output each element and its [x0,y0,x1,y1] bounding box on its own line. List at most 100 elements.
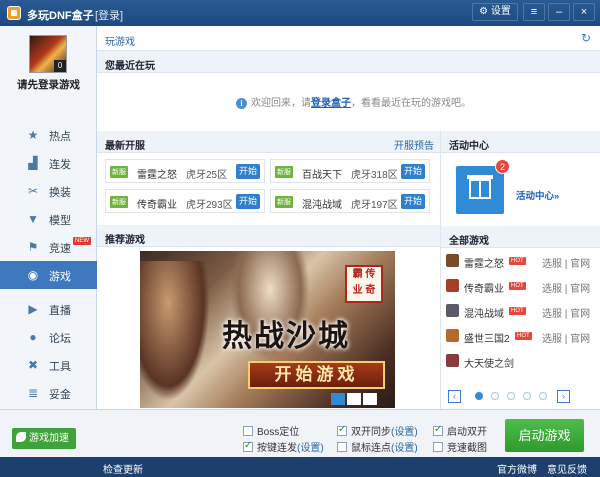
option-dual-launch[interactable]: 启动双开 [433,423,487,438]
sidebar-item-race[interactable]: ⚑ 竞速 NEW [0,233,97,261]
select-server-link[interactable]: 选服 [542,309,562,320]
tools-icon: ✖ [27,358,39,372]
hot-badge: HOT [515,332,532,340]
server-start-button[interactable]: 开始 [236,164,260,179]
pager-prev-button[interactable]: ‹ [448,390,461,403]
game-row[interactable]: 传奇霸业 HOT 选服 | 官网 [441,274,600,299]
activity-gift-button[interactable] [456,166,504,214]
page-dot[interactable] [523,392,531,400]
sidebar-item-model[interactable]: ▼ 模型 [0,205,97,233]
breadcrumb-label: 玩游戏 [105,37,135,48]
option-settings-link[interactable]: (设置) [391,427,418,438]
settings-button[interactable]: ⚙ 设置 [472,3,518,21]
login-prompt[interactable]: 请先登录游戏 [0,77,97,92]
server-card: 新服 混沌战域 虎牙197区 开始 [270,189,430,213]
game-accelerate-button[interactable]: 游戏加速 [12,428,76,449]
sidebar-item-live[interactable]: ▶ 直播 [0,295,97,323]
server-name: 虎牙293区 [186,200,233,211]
sidebar-item-label: 换装 [49,187,71,199]
hot-badge: HOT [509,282,526,290]
check-update-link[interactable]: 检查更新 [103,461,143,476]
official-site-link[interactable]: 官网 [570,259,590,270]
game-row[interactable]: 大天使之剑 [441,349,600,374]
game-links: 选服 | 官网 [542,255,590,270]
checkbox[interactable] [243,440,253,452]
pager-next-button[interactable]: › [557,390,570,403]
server-start-button[interactable]: 开始 [401,194,425,209]
close-button[interactable]: × [573,3,595,21]
checkbox[interactable] [337,442,347,452]
game-row[interactable]: 雷霆之怒 HOT 选服 | 官网 [441,249,600,274]
select-server-link[interactable]: 选服 [542,284,562,295]
banner-start-button[interactable]: 开始游戏 [248,361,385,389]
option-settings-link[interactable]: (设置) [391,443,418,454]
page-dot[interactable] [475,392,483,400]
sidebar-item-tools[interactable]: ✖ 工具 [0,351,97,379]
close-icon: × [580,6,588,18]
server-preview-link[interactable]: 开服预告 [394,137,434,152]
hot-badge: HOT [509,257,526,265]
game-row[interactable]: 盛世三国2 HOT 选服 | 官网 [441,324,600,349]
official-site-link[interactable]: 官网 [570,309,590,320]
slide-indicator[interactable] [363,393,377,405]
welcome-text-after: ，看看最近在玩的游戏吧。 [351,98,471,109]
option-settings-link[interactable]: (设置) [297,443,324,454]
server-card: 新服 传奇霸业 虎牙293区 开始 [105,189,265,213]
login-link[interactable]: [登录] [95,7,123,23]
select-server-link[interactable]: 选服 [542,259,562,270]
link-separator: | [564,309,568,320]
server-card: 新服 雷霆之怒 虎牙25区 开始 [105,159,265,183]
checkbox[interactable] [243,426,253,436]
server-start-button[interactable]: 开始 [401,164,425,179]
welcome-message: i 欢迎回来，请登录盒子，看看最近在玩的游戏吧。 [236,94,471,109]
checkbox[interactable] [433,442,443,452]
outfit-icon: ✂ [27,184,39,198]
info-icon: i [236,98,247,109]
refresh-icon[interactable]: ↻ [581,31,591,45]
option-boss-locate[interactable]: Boss定位 [243,423,299,438]
avatar[interactable]: 0 [29,35,67,73]
flag-icon: ⚑ [27,240,39,254]
link-separator: | [564,284,568,295]
slide-indicator[interactable] [331,393,345,405]
official-site-link[interactable]: 官网 [570,284,590,295]
activity-center-link[interactable]: 活动中心» [516,188,559,202]
server-game-name: 雷霆之怒 [137,170,177,181]
minimize-button[interactable]: – [548,3,570,21]
official-site-link[interactable]: 官网 [570,334,590,345]
link-separator: | [564,334,568,345]
game-row[interactable]: 混沌战域 HOT 选服 | 官网 [441,299,600,324]
games-pager: ‹ › [441,386,600,408]
new-server-badge: 新服 [110,166,128,178]
option-dual-sync[interactable]: 双开同步(设置) [337,423,418,438]
option-race-screenshot[interactable]: 竞速截图 [433,439,487,454]
gamepad-icon: ◉ [27,268,39,282]
feedback-link[interactable]: 意见反馈 [547,461,587,476]
sidebar-item-games[interactable]: ◉ 游戏 [0,261,97,289]
launch-game-button[interactable]: 启动游戏 [505,419,584,452]
select-server-link[interactable]: 选服 [542,334,562,345]
server-start-button[interactable]: 开始 [236,194,260,209]
checkbox[interactable] [433,424,443,436]
sidebar-item-gold[interactable]: ≣ 妥金 [0,379,97,407]
page-dot[interactable] [491,392,499,400]
checkbox[interactable] [337,424,347,436]
game-links: 选服 | 官网 [542,330,590,345]
option-key-repeat[interactable]: 按键连发(设置) [243,439,324,454]
login-box-link[interactable]: 登录盒子 [311,98,351,109]
sidebar-item-combo[interactable]: ▟ 连发 [0,149,97,177]
banner-slide-indicators [331,393,379,408]
official-weibo-link[interactable]: 官方微博 [497,461,537,476]
option-label: 竞速截图 [447,443,487,454]
option-mouse-click[interactable]: 鼠标连点(设置) [337,439,418,454]
page-dot[interactable] [539,392,547,400]
option-label: 按键连发 [257,443,297,454]
game-name: 雷霆之怒 [464,259,504,270]
sidebar-item-forum[interactable]: ● 论坛 [0,323,97,351]
slide-indicator[interactable] [347,393,361,405]
sidebar-item-hot[interactable]: ★ 热点 [0,121,97,149]
page-dot[interactable] [507,392,515,400]
recommend-banner[interactable]: 霸 传 业 奇 热战沙城 开始游戏 [140,251,395,408]
menu-button[interactable]: ≡ [523,3,545,21]
sidebar-item-outfit[interactable]: ✂ 换装 [0,177,97,205]
